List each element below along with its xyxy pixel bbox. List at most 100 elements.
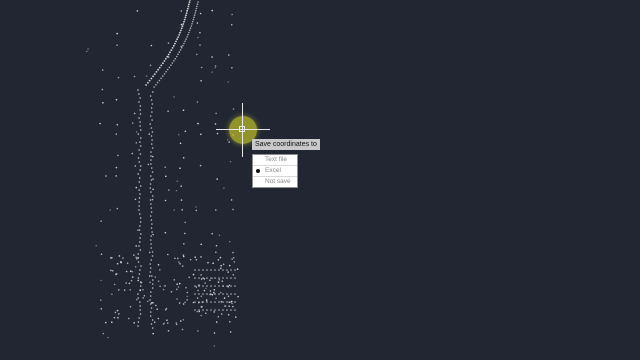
survey-point (150, 323, 153, 325)
survey-point (171, 47, 174, 49)
survey-point (114, 311, 117, 314)
survey-point (139, 305, 141, 307)
survey-point (213, 289, 216, 291)
survey-point (199, 12, 202, 15)
survey-point (195, 286, 198, 288)
survey-point (200, 278, 203, 280)
survey-point (234, 277, 236, 279)
survey-point (217, 316, 220, 318)
survey-point (150, 44, 153, 47)
survey-point (178, 261, 180, 263)
survey-point (95, 245, 97, 247)
survey-point (111, 293, 113, 296)
survey-point (226, 293, 228, 295)
survey-point (181, 208, 183, 211)
survey-point (194, 285, 196, 287)
survey-point (151, 198, 154, 201)
survey-point (222, 269, 224, 271)
survey-point (151, 111, 153, 113)
survey-point (100, 299, 102, 302)
survey-point (178, 134, 180, 136)
survey-point (214, 309, 216, 311)
survey-point (217, 259, 220, 261)
survey-point (223, 187, 225, 189)
survey-point (153, 73, 156, 75)
survey-point (189, 27, 192, 30)
survey-point (232, 305, 234, 308)
survey-point (228, 141, 230, 143)
survey-point (139, 313, 142, 315)
survey-point (214, 67, 216, 69)
survey-point (151, 171, 154, 173)
survey-point (115, 273, 118, 275)
survey-point (232, 256, 235, 259)
survey-point (135, 245, 137, 247)
survey-point (133, 112, 136, 115)
survey-point (152, 75, 155, 78)
survey-point (200, 314, 202, 317)
survey-point (216, 178, 218, 180)
survey-point (204, 282, 206, 284)
survey-point (226, 285, 228, 287)
survey-point (181, 25, 184, 28)
survey-point (226, 309, 228, 311)
survey-point (151, 302, 153, 304)
survey-point (202, 293, 204, 295)
survey-point (139, 121, 141, 123)
survey-point (140, 265, 142, 267)
option-text-file[interactable]: Text file (253, 155, 297, 166)
drawing-canvas[interactable]: Save coordinates to Text file Excel Not … (0, 0, 640, 360)
survey-point (148, 79, 151, 82)
survey-point (200, 66, 203, 69)
survey-point (167, 42, 170, 44)
survey-point (173, 279, 176, 281)
survey-point (150, 211, 153, 213)
survey-point (167, 53, 170, 56)
survey-point (157, 68, 160, 71)
survey-point (149, 123, 151, 125)
survey-point (180, 29, 182, 32)
survey-point (175, 40, 177, 43)
survey-point (197, 1, 199, 3)
survey-point (167, 253, 169, 256)
option-not-save[interactable]: Not save (253, 177, 297, 187)
survey-point (139, 193, 141, 195)
survey-point (139, 269, 141, 271)
survey-point (151, 131, 154, 133)
survey-point (214, 277, 216, 279)
survey-point (228, 305, 230, 308)
survey-point (151, 283, 154, 285)
survey-point (214, 285, 216, 287)
survey-point (211, 71, 213, 73)
survey-point (148, 133, 151, 135)
survey-point (138, 245, 140, 247)
survey-point (176, 180, 178, 182)
survey-point (206, 309, 208, 311)
survey-point (150, 99, 153, 101)
survey-point (163, 322, 166, 324)
survey-point (125, 282, 127, 284)
survey-point (189, 258, 192, 261)
option-label: Excel (265, 167, 281, 174)
survey-point (192, 18, 195, 21)
survey-point (87, 48, 89, 50)
survey-point (188, 29, 191, 32)
survey-point (157, 317, 160, 320)
option-label: Text file (265, 156, 288, 163)
survey-point (117, 76, 120, 79)
survey-point (137, 321, 140, 323)
survey-point (211, 277, 213, 279)
survey-point (196, 3, 199, 5)
survey-point (134, 266, 137, 268)
survey-point (182, 157, 185, 159)
survey-point (170, 291, 173, 293)
survey-point (182, 23, 185, 25)
survey-point (116, 32, 118, 35)
option-excel[interactable]: Excel (253, 166, 297, 177)
survey-point (150, 159, 152, 161)
survey-point (206, 277, 208, 279)
survey-point (140, 281, 143, 284)
survey-point (134, 198, 137, 201)
survey-point (188, 31, 190, 34)
survey-point (184, 232, 186, 235)
